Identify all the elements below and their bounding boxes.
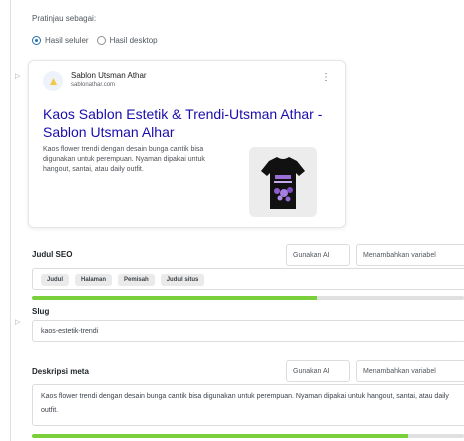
slug-value: kaos-estetik-trendi [41,328,99,335]
variable-chip[interactable]: Halaman [75,274,113,286]
radio-unchecked-icon [96,36,106,45]
seo-title-progress-fill [32,296,318,300]
preview-mode-radio-group: Hasil seluler Hasil desktop [32,36,158,45]
preview-mode-label: Pratinjau sebagai: [32,14,97,23]
seo-title-ai-button[interactable]: Gunakan AI [286,244,350,266]
site-favicon-icon [43,71,63,91]
meta-description-label: Deskripsi meta [32,367,89,376]
mobile-result-label: Hasil seluler [45,36,89,45]
meta-ai-button[interactable]: Gunakan AI [286,360,350,382]
serp-description: Kaos flower trendi dengan desain bunga c… [43,146,205,173]
seo-title-label: Judul SEO [32,250,73,259]
collapse-arrow-icon[interactable]: ▷ [15,72,20,80]
mobile-result-radio[interactable]: Hasil seluler [32,36,89,45]
seo-title-input[interactable]: Judul Halaman Pemisah Judul situs [32,268,464,290]
variable-chip[interactable]: Judul [41,274,69,286]
meta-description-textarea[interactable]: Kaos flower trendi dengan desain bunga c… [32,384,464,426]
seo-title-progress-bar [32,296,464,300]
desktop-result-radio[interactable]: Hasil desktop [96,36,158,45]
variable-chip[interactable]: Judul situs [160,274,205,286]
serp-thumbnail [249,147,317,217]
meta-add-variable-button[interactable]: Menambahkan variabel [356,360,464,382]
serp-site-name: Sablon Utsman Athar [71,71,147,80]
desktop-result-label: Hasil desktop [109,36,158,45]
meta-description-progress-bar [32,434,464,438]
serp-title[interactable]: Kaos Sablon Estetik & Trendi-Utsman Atha… [43,105,333,141]
slug-label: Slug [32,307,50,316]
slug-input[interactable]: kaos-estetik-trendi [32,320,464,342]
search-result-preview-card: Sablon Utsman Athar sablonathar.com ⋮ Ka… [28,60,346,228]
collapse-arrow-icon[interactable]: ▷ [15,318,20,326]
panel-border [10,0,11,441]
seo-title-add-variable-button[interactable]: Menambahkan variabel [356,244,464,266]
radio-checked-icon [32,36,41,45]
meta-description-value: Kaos flower trendi dengan desain bunga c… [41,393,449,414]
meta-description-progress-fill [32,434,408,438]
more-vertical-icon[interactable]: ⋮ [321,73,331,83]
seo-preview-panel: ▷ ▷ Pratinjau sebagai: Hasil seluler Has… [0,0,464,441]
variable-chip[interactable]: Pemisah [118,274,155,286]
serp-site-url: sablonathar.com [71,82,116,88]
seo-title-chip-list: Judul Halaman Pemisah Judul situs [33,269,464,291]
